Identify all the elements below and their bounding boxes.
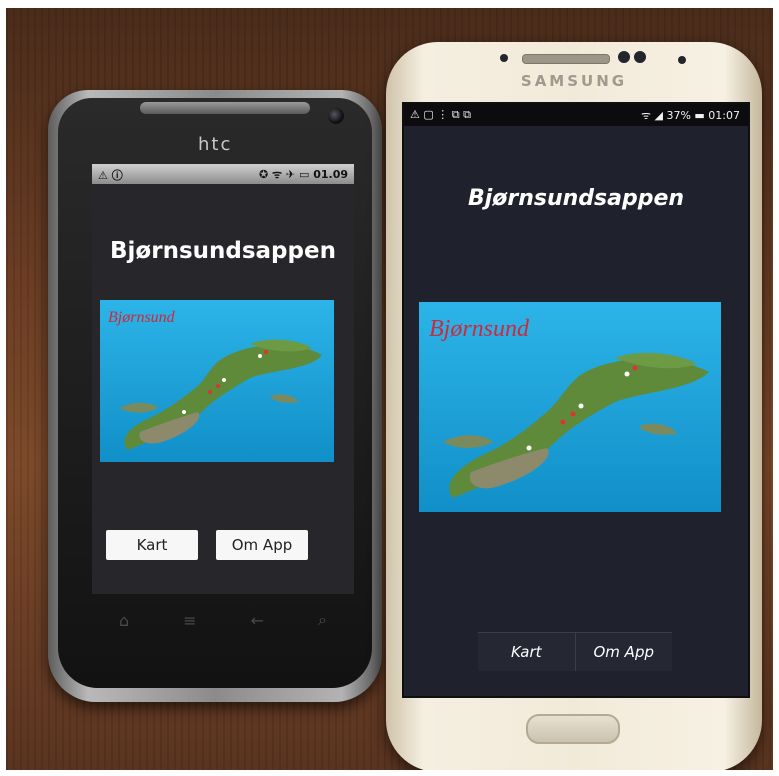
htc-camera xyxy=(328,108,344,124)
samsung-status-right: ᯤ ◢ 37% ▬ 01:07 xyxy=(641,108,740,123)
htc-bezel: htc ⚠ ⓘ ✪ ᯤ ✈ ▭ 01.09 Bjørnsundsappen Bj… xyxy=(58,98,372,688)
photo-background: htc ⚠ ⓘ ✪ ᯤ ✈ ▭ 01.09 Bjørnsundsappen Bj… xyxy=(6,8,773,770)
htc-kart-button[interactable]: Kart xyxy=(106,530,198,560)
samsung-button-bar: Kart Om App xyxy=(478,632,672,671)
back-icon[interactable]: ← xyxy=(251,611,264,630)
htc-om-app-button[interactable]: Om App xyxy=(216,530,308,560)
samsung-battery-percent: 37% xyxy=(666,109,691,122)
htc-screen: ⚠ ⓘ ✪ ᯤ ✈ ▭ 01.09 Bjørnsundsappen Bjørns… xyxy=(92,164,354,594)
samsung-island-photo: Bjørnsund xyxy=(419,302,721,512)
samsung-kart-button[interactable]: Kart xyxy=(478,633,575,671)
htc-app-title: Bjørnsundsappen xyxy=(110,238,336,264)
search-icon[interactable]: ⌕ xyxy=(318,610,327,630)
samsung-om-app-button[interactable]: Om App xyxy=(574,633,672,671)
home-icon[interactable]: ⌂ xyxy=(119,611,129,630)
samsung-screen: ⚠ ▢ ⋮ ⧉ ⧉ ᯤ ◢ 37% ▬ 01:07 Bjørnsundsappe… xyxy=(402,102,750,698)
samsung-photo-logo: Bjørnsund xyxy=(429,316,530,342)
samsung-status-bar: ⚠ ▢ ⋮ ⧉ ⧉ ᯤ ◢ 37% ▬ 01:07 xyxy=(404,104,748,126)
samsung-sensor-dot xyxy=(500,54,508,62)
htc-status-bar: ⚠ ⓘ ✪ ᯤ ✈ ▭ 01.09 xyxy=(92,164,354,184)
htc-status-icons-right: ✪ ᯤ ✈ ▭ 01.09 xyxy=(259,168,348,181)
htc-status-icons-left: ⚠ ⓘ xyxy=(98,169,123,182)
wifi-icon: ᯤ xyxy=(640,109,655,122)
htc-photo-logo: Bjørnsund xyxy=(108,309,176,326)
htc-nav-keys: ⌂ ≡ ← ⌕ xyxy=(92,600,354,640)
samsung-camera-dot-2 xyxy=(634,51,646,63)
htc-speaker-grille xyxy=(140,102,310,114)
menu-icon[interactable]: ≡ xyxy=(183,611,196,630)
samsung-status-icons-left: ⚠ ▢ ⋮ ⧉ ⧉ xyxy=(410,108,471,121)
htc-brand-logo: htc xyxy=(198,134,233,155)
samsung-led-dot xyxy=(678,56,686,64)
htc-island-photo: Bjørnsund xyxy=(100,300,334,462)
signal-icon: ◢ xyxy=(654,109,667,122)
samsung-camera-dot xyxy=(618,51,630,63)
samsung-clock: 01:07 xyxy=(708,109,740,122)
samsung-app-title: Bjørnsundsappen xyxy=(467,186,685,211)
samsung-phone: SAMSUNG ⚠ ▢ ⋮ ⧉ ⧉ ᯤ ◢ 37% ▬ 01:07 Bjørns… xyxy=(386,42,762,770)
samsung-home-button[interactable] xyxy=(526,714,620,744)
samsung-brand-logo: SAMSUNG xyxy=(520,72,628,90)
battery-icon: ▬ xyxy=(694,109,709,122)
htc-phone: htc ⚠ ⓘ ✪ ᯤ ✈ ▭ 01.09 Bjørnsundsappen Bj… xyxy=(48,90,382,702)
samsung-speaker-grille xyxy=(522,54,610,64)
